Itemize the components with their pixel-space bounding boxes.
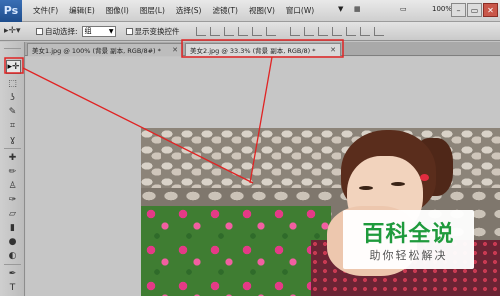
distribute-buttons [286, 26, 384, 36]
pen-icon[interactable]: ✒ [6, 268, 19, 280]
tab-close-icon[interactable]: ✕ [329, 46, 337, 54]
close-button[interactable]: ✕ [483, 3, 498, 17]
move-tool-preset-icon[interactable]: ▸✛▾ [4, 24, 26, 39]
baike-watermark: 百科全说 助你轻松解决 [343, 210, 474, 269]
quick-select-icon[interactable]: ✎ [6, 106, 19, 118]
stamp-icon[interactable]: ♙ [6, 180, 19, 192]
distribute-right-icon[interactable] [359, 26, 370, 36]
gradient-icon[interactable]: ▮ [6, 222, 19, 234]
menu-bar: Ps 文件(F) 编辑(E) 图像(I) 图层(L) 选择(S) 滤镜(T) 视… [0, 0, 500, 22]
flower-bed [141, 206, 331, 296]
tab-meinv1[interactable]: 美女1.jpg @ 100% (背景 副本, RGB/8#) * ✕ [27, 43, 183, 56]
distribute-vcenter-icon[interactable] [303, 26, 314, 36]
panel-grip [4, 48, 21, 49]
distribute-bottom-icon[interactable] [317, 26, 328, 36]
eyedropper-icon[interactable]: ɣ [6, 134, 19, 146]
auto-select-value: 组 [84, 27, 92, 35]
tools-divider [4, 148, 21, 149]
tools-panel: ▸✛ ⬚ ʖ ✎ ⌗ ɣ ✚ ✏ ♙ ✑ ▱ ▮ ● ◐ ✒ T [0, 42, 25, 296]
window-controls: – ▭ ✕ [451, 3, 498, 17]
minimize-button[interactable]: – [451, 3, 466, 17]
align-hcenter-icon[interactable] [251, 26, 262, 36]
menu-layer[interactable]: 图层(L) [140, 5, 165, 16]
menu-filter[interactable]: 滤镜(T) [213, 5, 238, 16]
eraser-icon[interactable]: ▱ [6, 208, 19, 220]
history-brush-icon[interactable]: ✑ [6, 194, 19, 206]
photoshop-logo: Ps [0, 0, 22, 22]
menu-view[interactable]: 视图(V) [249, 5, 275, 16]
menu-image[interactable]: 图像(I) [106, 5, 129, 16]
show-transform-checkbox[interactable] [125, 27, 133, 35]
align-buttons [192, 26, 276, 36]
auto-select-dropdown[interactable]: 组 ▼ [81, 25, 116, 37]
photoshop-window: Ps 文件(F) 编辑(E) 图像(I) 图层(L) 选择(S) 滤镜(T) 视… [0, 0, 500, 296]
blur-icon[interactable]: ● [6, 236, 19, 248]
arrange-icon[interactable]: ▦ [354, 5, 361, 13]
restore-button[interactable]: ▭ [467, 3, 482, 17]
girl-eye-right [391, 182, 405, 186]
menu-file[interactable]: 文件(F) [33, 5, 58, 16]
menu-edit[interactable]: 编辑(E) [69, 5, 95, 16]
align-left-icon[interactable] [237, 26, 248, 36]
auto-select-checkbox[interactable] [36, 27, 43, 35]
menu-window[interactable]: 窗口(W) [286, 5, 314, 16]
girl-eye-left [359, 186, 373, 190]
tools-divider [4, 264, 21, 265]
document-tabs: 美女1.jpg @ 100% (背景 副本, RGB/8#) * ✕ 美女2.j… [25, 42, 500, 56]
zoom-level[interactable]: 100% [432, 5, 452, 13]
auto-align-icon[interactable] [373, 26, 384, 36]
screen-mode-icon[interactable]: ▭ [400, 5, 407, 13]
move-tool-button[interactable]: ▸✛ [6, 60, 21, 74]
marquee-icon[interactable]: ⬚ [6, 78, 19, 90]
align-top-icon[interactable] [195, 26, 206, 36]
tab-meinv2[interactable]: 美女2.jpg @ 33.3% (背景 副本, RGB/8) * ✕ [185, 43, 341, 56]
brush-icon[interactable]: ✏ [6, 166, 19, 178]
healing-brush-icon[interactable]: ✚ [6, 152, 19, 164]
tab-label: 美女1.jpg @ 100% (背景 副本, RGB/8#) * [32, 47, 161, 55]
crop-icon[interactable]: ⌗ [6, 120, 19, 132]
watermark-title: 百科全说 [362, 222, 455, 247]
align-bottom-icon[interactable] [223, 26, 234, 36]
view-extras-icon[interactable]: ▼ [338, 5, 343, 13]
lasso-icon[interactable]: ʖ [6, 92, 19, 104]
align-right-icon[interactable] [265, 26, 276, 36]
distribute-top-icon[interactable] [289, 26, 300, 36]
dodge-icon[interactable]: ◐ [6, 250, 19, 262]
type-icon[interactable]: T [6, 282, 19, 294]
distribute-left-icon[interactable] [331, 26, 342, 36]
tab-close-icon[interactable]: ✕ [171, 46, 179, 54]
show-transform-label: 显示变换控件 [134, 26, 180, 36]
align-vcenter-icon[interactable] [209, 26, 220, 36]
hair-clip [420, 174, 429, 181]
watermark-subtitle: 助你轻松解决 [369, 249, 448, 262]
options-bar: ▸✛▾ 自动选择: 组 ▼ 显示变换控件 [0, 22, 500, 41]
menu-select[interactable]: 选择(S) [176, 5, 202, 16]
distribute-hcenter-icon[interactable] [345, 26, 356, 36]
auto-select-label: 自动选择: [45, 26, 78, 36]
chevron-down-icon: ▼ [108, 27, 114, 35]
tab-label: 美女2.jpg @ 33.3% (背景 副本, RGB/8) * [190, 47, 316, 55]
